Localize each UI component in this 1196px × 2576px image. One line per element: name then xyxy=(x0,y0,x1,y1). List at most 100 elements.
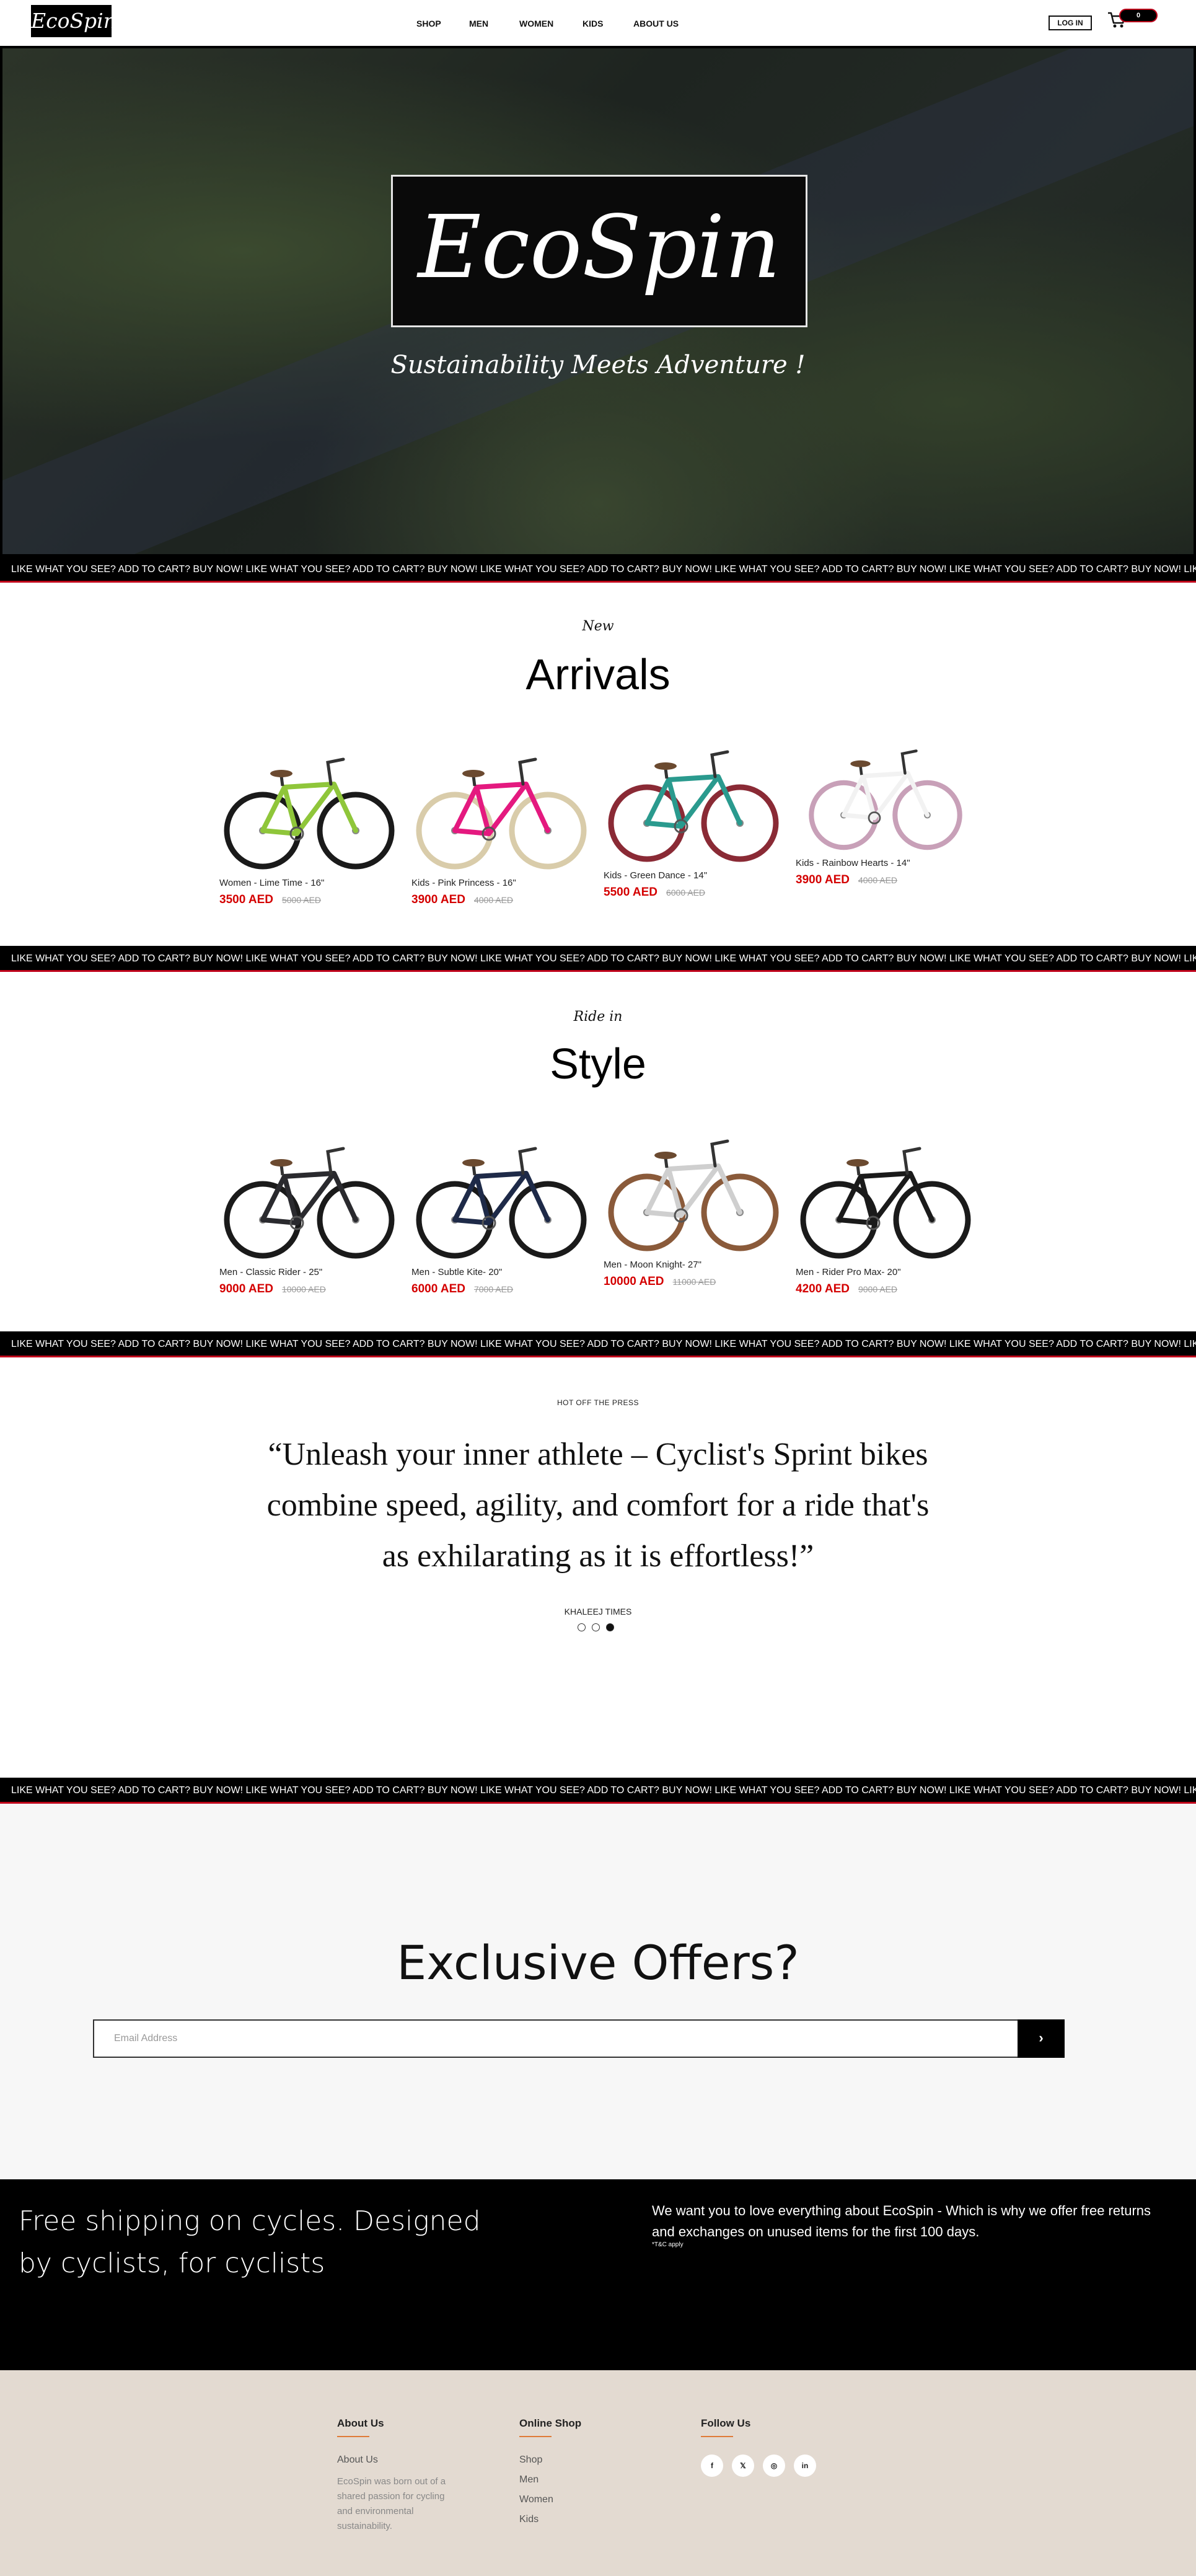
footer-follow-column: Follow Us f 𝕏 ◎ in xyxy=(701,2417,816,2477)
carousel-dot-active[interactable] xyxy=(606,1623,614,1631)
saddle xyxy=(270,1159,292,1167)
carousel-dot[interactable] xyxy=(592,1623,600,1631)
bike-frame xyxy=(644,1163,742,1218)
nav-shop[interactable]: SHOP xyxy=(416,19,441,29)
product-name[interactable]: Men - Classic Rider - 25" xyxy=(219,1267,399,1277)
product-price: 3500 AED xyxy=(219,893,273,906)
product-card[interactable]: Men - Classic Rider - 25" 9000 AED 10000 … xyxy=(219,1139,399,1296)
product-card[interactable]: Men - Subtle Kite- 20" 6000 AED 7000 AED xyxy=(411,1139,591,1296)
new-arrivals-title: Arrivals xyxy=(525,650,671,699)
nav-men[interactable]: MEN xyxy=(469,19,488,29)
hero-title: EcoSpin xyxy=(418,197,781,298)
handlebar xyxy=(902,1147,921,1175)
nav-women[interactable]: WOMEN xyxy=(519,19,553,29)
bike-frame xyxy=(644,774,742,829)
bike-image[interactable] xyxy=(796,743,975,854)
carousel-dots xyxy=(578,1623,614,1631)
product-card[interactable]: Men - Rider Pro Max- 20" 4200 AED 9000 AE… xyxy=(796,1139,975,1296)
product-old-price: 6000 AED xyxy=(666,888,706,898)
product-name[interactable]: Women - Lime Time - 16" xyxy=(219,878,399,888)
site-logo[interactable]: EcoSpin xyxy=(31,5,117,37)
bike-image[interactable] xyxy=(604,743,783,867)
email-input[interactable]: Email Address xyxy=(93,2019,1019,2058)
handlebar xyxy=(518,1147,537,1175)
product-name[interactable]: Men - Subtle Kite- 20" xyxy=(411,1267,591,1277)
bike-image[interactable] xyxy=(411,1139,591,1263)
footer-link-kids[interactable]: Kids xyxy=(519,2514,581,2525)
product-name[interactable]: Men - Moon Knight- 27" xyxy=(604,1259,783,1270)
product-card[interactable]: Kids - Green Dance - 14" 5500 AED 6000 AE… xyxy=(604,743,783,899)
bike-image[interactable] xyxy=(219,750,399,874)
seat-post xyxy=(859,765,863,775)
footer-link-men[interactable]: Men xyxy=(519,2474,581,2486)
product-name[interactable]: Kids - Rainbow Hearts - 14" xyxy=(796,858,975,868)
footer-about-column: About Us About Us EcoSpin was born out o… xyxy=(337,2417,461,2534)
saddle xyxy=(654,1152,677,1159)
product-card[interactable]: Kids - Pink Princess - 16" 3900 AED 4000 … xyxy=(411,750,591,907)
product-card[interactable]: Men - Moon Knight- 27" 10000 AED 11000 AE… xyxy=(604,1132,783,1289)
footer-link-about-us[interactable]: About Us xyxy=(337,2455,461,2466)
promo-marquee: LIKE WHAT YOU SEE? ADD TO CART? BUY NOW!… xyxy=(0,946,1196,972)
linkedin-icon[interactable]: in xyxy=(794,2455,816,2477)
twitter-icon[interactable]: 𝕏 xyxy=(732,2455,754,2477)
press-quote: “Unleash your inner athlete – Cyclist's … xyxy=(266,1437,930,1574)
facebook-icon[interactable]: f xyxy=(701,2455,723,2477)
bike-image[interactable] xyxy=(604,1132,783,1256)
product-old-price: 4000 AED xyxy=(858,875,898,885)
footer-heading: Follow Us xyxy=(701,2417,751,2429)
carousel-dot[interactable] xyxy=(578,1623,586,1631)
ride-in-style-title: Style xyxy=(550,1039,646,1088)
footer-heading: About Us xyxy=(337,2417,384,2429)
login-button[interactable]: LOG IN xyxy=(1049,15,1092,30)
handlebar xyxy=(710,1139,729,1168)
footer-link-women[interactable]: Women xyxy=(519,2494,581,2505)
product-name[interactable]: Kids - Pink Princess - 16" xyxy=(411,878,591,888)
submit-button[interactable]: › xyxy=(1018,2019,1065,2058)
bike-frame xyxy=(260,1171,358,1225)
nav-about-us[interactable]: ABOUT US xyxy=(633,19,679,29)
footer-heading-underline xyxy=(701,2436,733,2437)
bike-frame xyxy=(837,1171,934,1225)
product-old-price: 7000 AED xyxy=(473,1284,514,1294)
seat-post xyxy=(472,1165,477,1176)
bike-frame xyxy=(452,1171,550,1225)
bike-frame xyxy=(841,770,930,821)
instagram-icon[interactable]: ◎ xyxy=(763,2455,785,2477)
saddle xyxy=(850,760,871,767)
product-name[interactable]: Men - Rider Pro Max- 20" xyxy=(796,1267,975,1277)
footer-heading: Online Shop xyxy=(519,2417,582,2429)
product-card[interactable]: Women - Lime Time - 16" 3500 AED 5000 AED xyxy=(219,750,399,907)
footer-heading-underline xyxy=(519,2436,552,2437)
bike-image[interactable] xyxy=(219,1139,399,1263)
product-price: 10000 AED xyxy=(604,1275,664,1288)
footer-heading-underline xyxy=(337,2436,369,2437)
seat-post xyxy=(664,1157,669,1168)
product-price: 6000 AED xyxy=(411,1282,465,1295)
product-name[interactable]: Kids - Green Dance - 14" xyxy=(604,870,783,881)
footer-shop-column: Online Shop Shop Men Women Kids xyxy=(519,2417,581,2534)
saddle xyxy=(654,762,677,770)
product-price: 3900 AED xyxy=(411,893,465,906)
saddle xyxy=(270,770,292,777)
site-header: EcoSpin SHOP MEN WOMEN KIDS ABOUT US LOG… xyxy=(0,0,1196,46)
offers-title: Exclusive Offers? xyxy=(397,1935,799,1990)
product-old-price: 11000 AED xyxy=(672,1277,716,1287)
product-card[interactable]: Kids - Rainbow Hearts - 14" 3900 AED 4000… xyxy=(796,743,975,887)
product-old-price: 5000 AED xyxy=(281,895,322,905)
press-source: KHALEEJ TIMES xyxy=(564,1607,632,1617)
handlebar xyxy=(518,757,537,786)
promo-marquee: LIKE WHAT YOU SEE? ADD TO CART? BUY NOW!… xyxy=(0,1778,1196,1804)
shipping-terms: *T&C apply xyxy=(652,2241,684,2248)
footer-link-shop[interactable]: Shop xyxy=(519,2455,581,2466)
product-price: 5500 AED xyxy=(604,886,657,899)
seat-post xyxy=(856,1165,861,1176)
seat-post xyxy=(664,768,669,779)
nav-kids[interactable]: KIDS xyxy=(583,19,603,29)
hero-title-box: EcoSpin xyxy=(391,175,807,327)
bike-image[interactable] xyxy=(796,1139,975,1263)
bike-frame xyxy=(260,782,358,836)
bike-image[interactable] xyxy=(411,750,591,874)
shipping-text: We want you to love everything about Eco… xyxy=(652,2203,1151,2239)
handlebar xyxy=(900,749,918,775)
chevron-right-icon: › xyxy=(1039,2030,1044,2045)
